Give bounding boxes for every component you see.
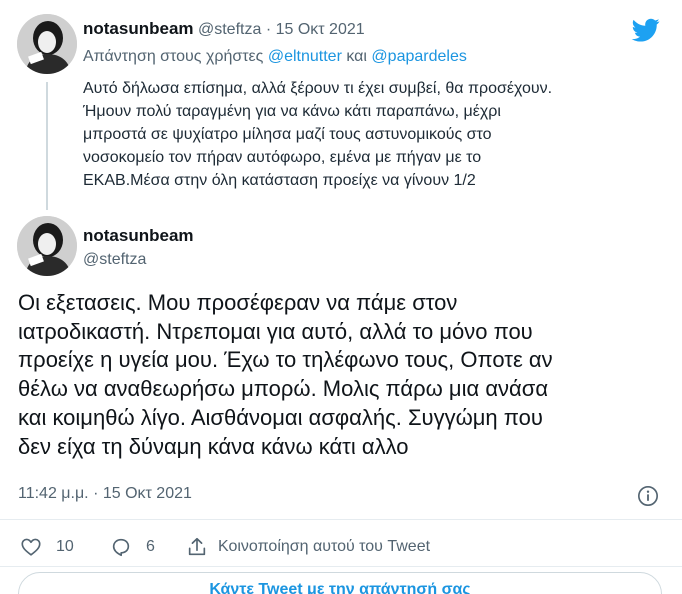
info-icon[interactable] [637,485,659,507]
user-handle[interactable]: @steftza [83,251,146,269]
display-name[interactable]: notasunbeam [83,19,194,38]
text-line: μπροστά σε ψυχίατρο μίλησα μαζί τους αστ… [83,126,492,143]
share-label: Κοινοποίηση αυτού του Tweet [218,538,431,555]
text-line: θέλω να αναθεωρήσω μπορώ. Μολις πάρω μια… [18,376,549,402]
replying-prefix: Απάντηση στους χρήστες [83,48,264,65]
share-button[interactable]: Κοινοποίηση αυτού του Tweet [186,534,430,560]
mention-link[interactable]: @eltnutter [268,48,342,65]
separator-dot: · [265,21,272,38]
text-line: ιατροδικαστή. Ντρεπομαι για αυτό, αλλά τ… [18,318,533,344]
reply-count: 6 [146,538,155,555]
mention-link[interactable]: @papardeles [371,48,466,65]
replying-and: και [346,48,367,65]
reply-tweet-text: Αυτό δήλωσα επίσημα, αλλά ξέρουν τι έχει… [83,77,663,192]
reply-tweet-header: notasunbeam @steftza · 15 Οκτ 2021 [83,19,365,39]
tweet-date[interactable]: 15 Οκτ 2021 [276,21,365,38]
avatar[interactable] [17,14,77,74]
user-handle[interactable]: @steftza [198,21,261,38]
text-line: προείχε η υγεία μου. Έχω το τηλέφωνο του… [18,347,553,373]
text-line: Ήμουν πολύ ταραγμένη για να κάνω κάτι πα… [83,103,501,120]
heart-icon [21,538,41,556]
speech-bubble-icon [112,538,130,557]
tweet-reply-button[interactable]: Κάντε Tweet με την απάντησή σας [18,572,662,594]
like-count: 10 [56,538,74,555]
text-line: ΕΚΑΒ.Μέσα στην όλη κατάσταση προείχε να … [83,172,476,189]
divider [0,566,682,567]
text-line: και κοιμηθώ λίγο. Αισθάνομαι ασφαλής. Συ… [18,404,543,430]
text-line: δεν είχα τη δύναμη κάνα κάνω κάτι αλλο [18,433,409,459]
text-line: Αυτό δήλωσα επίσημα, αλλά ξέρουν τι έχει… [83,80,553,97]
reply-prompt-label: Κάντε Tweet με την απάντησή σας [209,581,471,594]
main-tweet-text: Οι εξετασεις. Μου προσέφεραν να πάμε στο… [18,289,668,461]
tweet-timestamp[interactable]: 11:42 μ.μ. · 15 Οκτ 2021 [18,485,192,503]
reply-button[interactable]: 6 [110,534,155,560]
share-icon [188,537,206,556]
replying-to-line: Απάντηση στους χρήστες @eltnutter και @p… [83,48,467,66]
thread-connector-line [46,82,48,210]
display-name[interactable]: notasunbeam [83,226,194,246]
text-line: Οι εξετασεις. Μου προσέφεραν να πάμε στο… [18,290,458,315]
avatar[interactable] [17,216,77,276]
twitter-bird-icon[interactable] [630,16,662,44]
like-button[interactable]: 10 [20,534,74,560]
divider [0,519,682,520]
text-line: νοσοκομείο τον πήραν αυτόφωρο, εμένα με … [83,149,482,166]
